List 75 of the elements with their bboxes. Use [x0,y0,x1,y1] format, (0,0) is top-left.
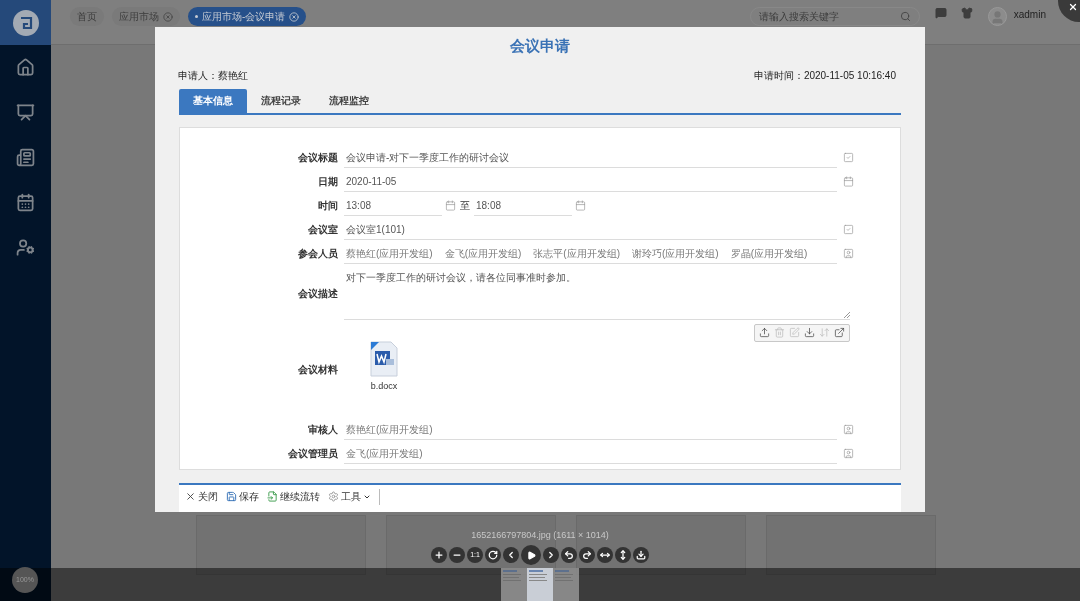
field-label: 时间 [318,199,338,213]
thumbnail[interactable] [553,568,579,601]
rotate-left-button[interactable] [561,547,577,563]
user-name[interactable]: xadmin [1013,7,1046,22]
message-icon[interactable] [934,7,947,19]
open-icon[interactable] [834,327,845,338]
flip-vertical-icon [618,550,628,560]
close-icon [185,491,196,503]
checkbox-icon[interactable] [843,152,854,163]
page-tab[interactable]: 应用市场-会议申请 [188,7,307,26]
user-gear-icon [16,238,35,257]
shirt-icon[interactable] [960,7,973,19]
thumbnail[interactable] [527,568,553,601]
action-button[interactable]: 工具 [328,488,371,505]
reset-icon [488,550,498,560]
field-label: 日期 [318,175,338,189]
calendar-icon[interactable] [843,176,854,187]
input-field[interactable]: 18:08 [474,195,572,216]
input-field[interactable]: 2020-11-05 [344,171,837,192]
dialog-title: 会议申请 [509,36,571,56]
tab[interactable]: 流程监控 [315,88,383,113]
download-icon [636,550,646,560]
gear-icon [328,491,339,503]
calendar-icon [16,193,35,212]
thumbnail[interactable] [501,568,527,601]
rotate-right-icon [582,550,592,560]
applicant-text: 申请人：蔡艳红 [178,68,248,83]
logo-icon[interactable] [12,9,39,36]
search-icon[interactable] [899,11,911,22]
resize-handle-icon[interactable] [844,311,850,318]
field-label: 会议标题 [298,151,338,165]
input-field[interactable]: 会议室1(101) [344,219,837,240]
rotate-left-icon [564,550,574,560]
checkbox-icon[interactable] [843,224,854,235]
application-time: 申请时间：2020-11-05 10:16:40 [753,68,897,83]
download-icon[interactable] [804,327,815,338]
word-file-icon[interactable] [369,339,399,378]
file-name[interactable]: b.docx [370,379,398,393]
input-field[interactable]: 蔡艳红(应用开发组) [344,419,837,440]
field-label: 会议描述 [298,287,338,301]
people-field[interactable]: 蔡艳红(应用开发组) 金飞(应用开发组) 张志平(应用开发组) 谢玲巧(应用开发组) 罗晶(应用开发组) [344,243,837,264]
newspaper-icon [16,148,35,167]
upload-icon[interactable] [759,327,770,338]
input-field[interactable]: 会议申请-对下一季度工作的研讨会议 [344,147,837,168]
flip-horizontal-icon [600,550,610,560]
description-field[interactable]: 对下一季度工作的研讨会议，请各位同事准时参加。 [344,267,850,320]
next-button[interactable] [543,547,559,563]
home-icon [16,58,35,77]
calendar-icon[interactable] [445,200,456,211]
user-icon[interactable] [843,424,854,435]
previous-icon [506,550,516,560]
tab[interactable]: 基本信息 [179,88,247,113]
range-separator: 至 [460,199,470,213]
input-field[interactable]: 13:08 [344,195,442,216]
field-label: 会议管理员 [288,447,338,461]
field-label: 审核人 [308,423,338,437]
user-icon[interactable] [843,448,854,459]
next-icon [546,550,556,560]
image-caption: 1652166797804.jpg (1611 × 1014) [470,529,610,542]
input-field[interactable]: 金飞(应用开发组) [344,443,837,464]
user-icon[interactable] [843,248,854,259]
calendar-icon[interactable] [575,200,586,211]
save-icon [226,491,237,503]
field-label: 会议室 [308,223,338,237]
action-button[interactable]: 保存 [226,488,259,505]
field-label: 会议材料 [298,363,338,377]
presentation-icon [16,103,35,122]
action-button[interactable]: 关闭 [185,488,218,505]
close-icon [1068,2,1078,12]
field-label: 参会人员 [298,247,338,261]
tab[interactable]: 流程记录 [247,88,315,113]
zoom-in-icon [434,550,444,560]
action-button[interactable]: 继续流转 [267,488,320,505]
play-icon [526,550,536,560]
forward-icon [267,491,278,503]
